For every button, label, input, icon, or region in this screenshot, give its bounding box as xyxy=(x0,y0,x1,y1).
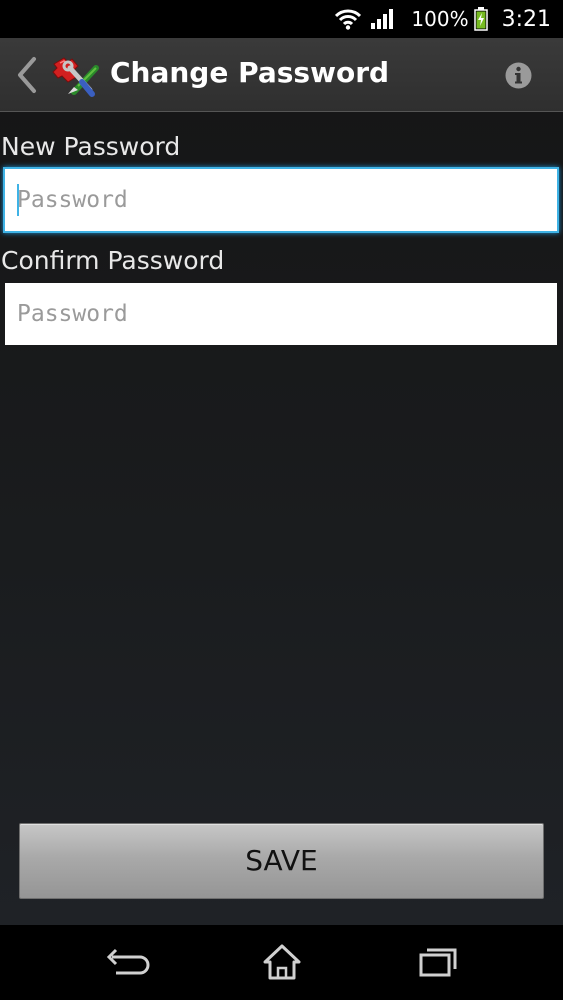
recent-apps-icon[interactable] xyxy=(414,941,462,983)
back-chevron-icon[interactable] xyxy=(12,55,40,95)
info-icon[interactable] xyxy=(505,62,532,89)
text-cursor xyxy=(17,184,19,216)
new-password-label: New Password xyxy=(1,132,181,161)
wifi-icon xyxy=(335,8,362,30)
screen: 100% 3:21 Change Password New Password C… xyxy=(0,0,563,1000)
home-icon[interactable] xyxy=(258,941,306,983)
status-indicators: 100% 3:21 xyxy=(335,0,551,38)
signal-icon xyxy=(371,8,395,30)
clock: 3:21 xyxy=(501,6,551,32)
confirm-password-input[interactable] xyxy=(5,283,557,345)
status-bar: 100% 3:21 xyxy=(0,0,563,38)
navigation-bar xyxy=(0,925,563,1000)
battery-charging-icon xyxy=(473,7,488,31)
action-bar: Change Password xyxy=(0,38,563,112)
save-button[interactable]: SAVE xyxy=(19,823,544,899)
confirm-password-label: Confirm Password xyxy=(1,246,225,275)
battery-percent: 100% xyxy=(411,7,469,31)
new-password-input[interactable] xyxy=(5,169,557,231)
page-title: Change Password xyxy=(110,56,390,89)
back-icon[interactable] xyxy=(102,941,150,983)
app-tools-icon xyxy=(52,57,99,97)
